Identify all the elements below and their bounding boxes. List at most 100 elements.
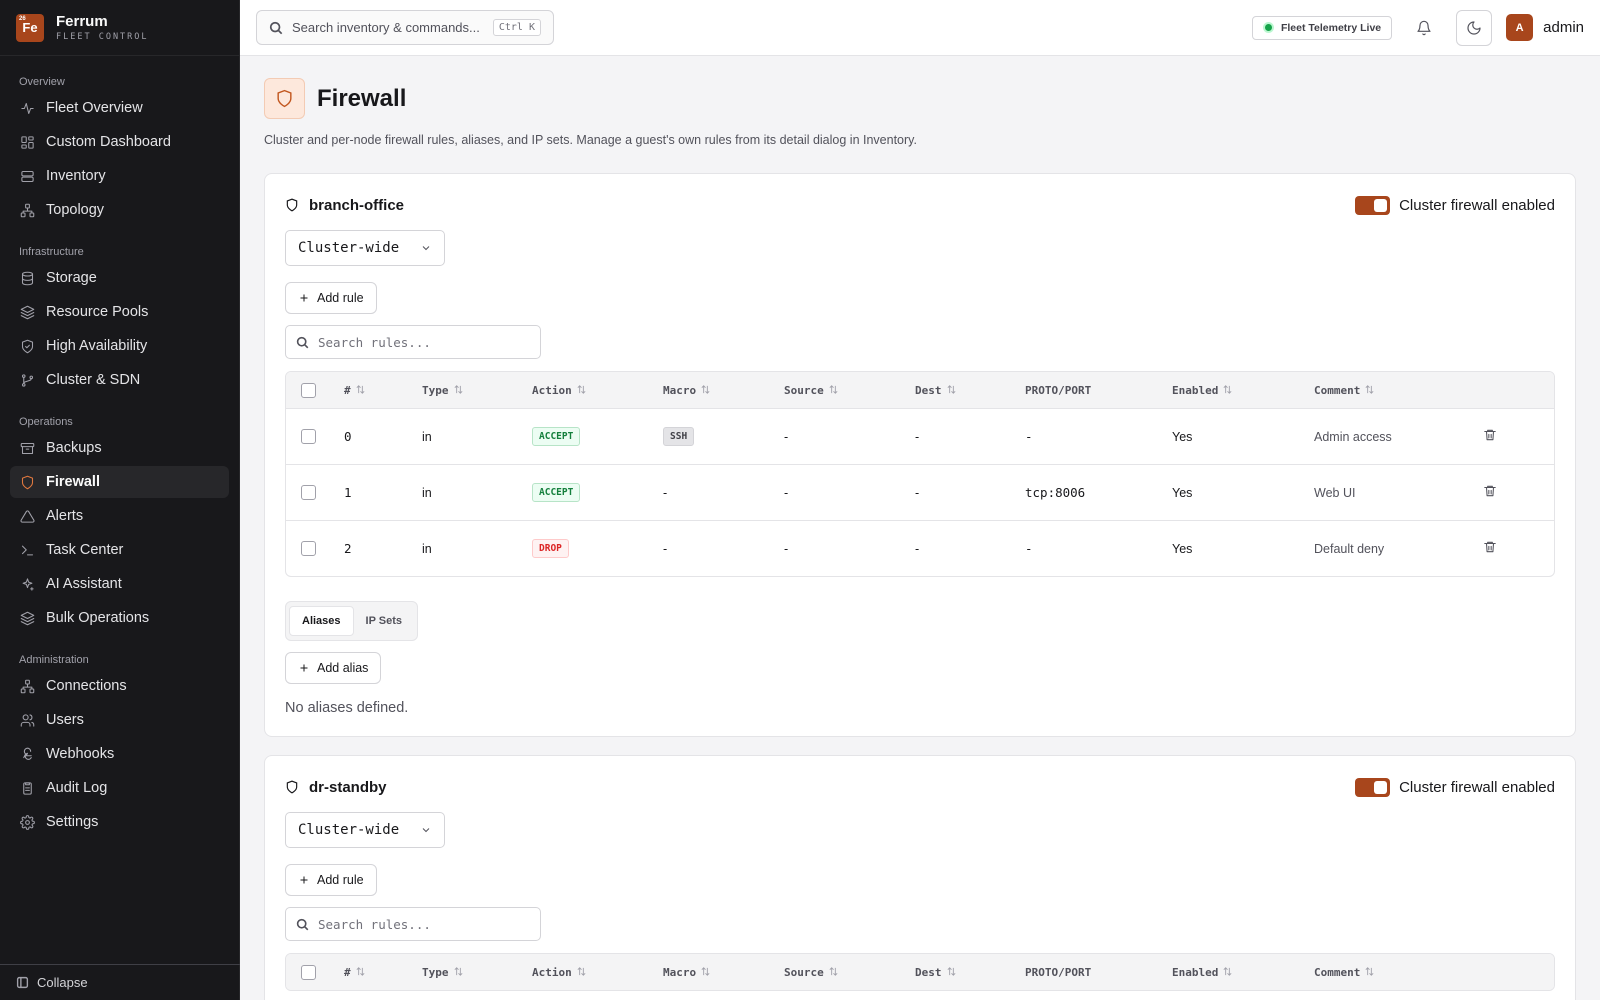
column-header-source[interactable]: Source (784, 384, 915, 397)
layers-icon (19, 610, 35, 626)
network-icon (19, 678, 35, 694)
delete-rule-button[interactable] (1483, 484, 1523, 501)
search-icon (296, 918, 309, 930)
sidebar-item-storage[interactable]: Storage (10, 262, 229, 294)
status-dot-icon (1262, 22, 1274, 33)
shield-icon (19, 474, 35, 490)
sidebar-item-label: Webhooks (46, 746, 115, 762)
brand[interactable]: 26 Fe Ferrum FLEET CONTROL (0, 0, 239, 56)
sidebar-item-alerts[interactable]: Alerts (10, 500, 229, 532)
plus-icon (300, 876, 308, 884)
archive-icon (19, 440, 35, 456)
table-row[interactable]: 2 in DROP - - - - Yes Default deny (286, 520, 1554, 576)
sidebar-item-users[interactable]: Users (10, 704, 229, 736)
sidebar-item-fleet-overview[interactable]: Fleet Overview (10, 92, 229, 124)
table-row[interactable]: 0 in ACCEPT SSH - - - Yes Admin access (286, 408, 1554, 464)
username[interactable]: admin (1543, 19, 1584, 36)
cluster-card-branch-office: branch-office Cluster firewall enabled C… (264, 173, 1576, 737)
action-badge: DROP (532, 539, 569, 558)
users-icon (19, 712, 35, 728)
activity-icon (19, 100, 35, 116)
sidebar-item-settings[interactable]: Settings (10, 806, 229, 838)
column-header-action[interactable]: Action (532, 966, 663, 979)
add-rule-button[interactable]: Add rule (285, 864, 377, 896)
telemetry-status[interactable]: Fleet Telemetry Live (1251, 15, 1393, 40)
scope-select[interactable]: Cluster-wide (285, 230, 445, 266)
row-checkbox[interactable] (301, 485, 316, 500)
select-all-checkbox[interactable] (301, 964, 316, 980)
sidebar-item-label: Task Center (46, 542, 124, 558)
column-header-dest[interactable]: Dest (915, 966, 1025, 979)
sidebar-item-webhooks[interactable]: Webhooks (10, 738, 229, 770)
cell-type: in (422, 485, 432, 500)
column-header-enabled[interactable]: Enabled (1172, 966, 1314, 979)
sidebar-item-connections[interactable]: Connections (10, 670, 229, 702)
sidebar-item-label: Alerts (46, 508, 84, 524)
add-alias-button[interactable]: Add alias (285, 652, 382, 684)
sidebar-item-label: Resource Pools (46, 304, 149, 320)
column-header-num[interactable]: # (344, 966, 422, 979)
collapse-button[interactable]: Collapse (0, 964, 240, 1000)
cell-macro: - (663, 485, 668, 500)
sidebar-item-task-center[interactable]: Task Center (10, 534, 229, 566)
sidebar-item-custom-dashboard[interactable]: Custom Dashboard (10, 126, 229, 158)
sidebar-item-ai-assistant[interactable]: AI Assistant (10, 568, 229, 600)
column-header-type[interactable]: Type (422, 384, 532, 397)
column-header-comment[interactable]: Comment (1314, 966, 1483, 979)
column-header-action[interactable]: Action (532, 384, 663, 397)
column-header-macro[interactable]: Macro (663, 384, 784, 397)
add-rule-button[interactable]: Add rule (285, 282, 377, 314)
sidebar-item-backups[interactable]: Backups (10, 432, 229, 464)
sidebar-item-label: Custom Dashboard (46, 134, 171, 150)
notifications-button[interactable] (1406, 10, 1442, 46)
theme-toggle-button[interactable] (1456, 9, 1493, 46)
nav-section-administration: Administration Connections Users Webhook… (0, 646, 239, 838)
avatar[interactable]: A (1506, 14, 1534, 41)
chevron-down-icon (422, 828, 430, 833)
clipboard-icon (19, 780, 35, 796)
delete-rule-button[interactable] (1483, 428, 1523, 445)
cluster-firewall-toggle[interactable] (1355, 195, 1391, 215)
sidebar-item-resource-pools[interactable]: Resource Pools (10, 296, 229, 328)
global-search[interactable]: Search inventory & commands... Ctrl K (256, 10, 554, 45)
tab-aliases[interactable]: Aliases (289, 606, 354, 636)
row-checkbox[interactable] (301, 429, 316, 444)
sidebar-item-label: Bulk Operations (46, 610, 150, 626)
sidebar-item-firewall[interactable]: Firewall (10, 466, 229, 498)
sidebar-item-cluster-sdn[interactable]: Cluster & SDN (10, 364, 229, 396)
column-header-enabled[interactable]: Enabled (1172, 384, 1314, 397)
delete-rule-button[interactable] (1483, 540, 1523, 557)
column-header-comment[interactable]: Comment (1314, 384, 1483, 397)
column-header-dest[interactable]: Dest (915, 384, 1025, 397)
webhook-icon (19, 746, 35, 762)
cluster-name: dr-standby (309, 778, 387, 796)
table-row[interactable]: 1 in ACCEPT - - - tcp:8006 Yes Web UI (286, 464, 1554, 520)
cell-type: in (422, 541, 432, 556)
topbar: Search inventory & commands... Ctrl K Fl… (240, 0, 1600, 56)
tab-ip-sets[interactable]: IP Sets (354, 606, 415, 636)
cell-comment: Web UI (1314, 485, 1356, 500)
sidebar-item-high-availability[interactable]: High Availability (10, 330, 229, 362)
cluster-firewall-label: Cluster firewall enabled (1399, 196, 1555, 214)
sidebar-item-audit-log[interactable]: Audit Log (10, 772, 229, 804)
cell-source: - (784, 485, 789, 500)
sidebar-item-bulk-operations[interactable]: Bulk Operations (10, 602, 229, 634)
network-icon (19, 202, 35, 218)
trash-icon (1484, 485, 1496, 497)
shield-icon (286, 198, 298, 212)
row-checkbox[interactable] (301, 541, 316, 556)
column-header-source[interactable]: Source (784, 966, 915, 979)
sidebar-item-inventory[interactable]: Inventory (10, 160, 229, 192)
column-header-type[interactable]: Type (422, 966, 532, 979)
action-badge: ACCEPT (532, 483, 581, 502)
rule-search-input[interactable]: Search rules... (285, 907, 541, 941)
rule-search-input[interactable]: Search rules... (285, 325, 541, 359)
cluster-firewall-toggle[interactable] (1355, 777, 1391, 797)
column-header-num[interactable]: # (344, 384, 422, 397)
page-shield-icon (264, 78, 305, 119)
scope-select[interactable]: Cluster-wide (285, 812, 445, 848)
column-header-macro[interactable]: Macro (663, 966, 784, 979)
select-all-checkbox[interactable] (301, 382, 316, 398)
sidebar-item-topology[interactable]: Topology (10, 194, 229, 226)
cell-proto: - (1025, 541, 1033, 556)
